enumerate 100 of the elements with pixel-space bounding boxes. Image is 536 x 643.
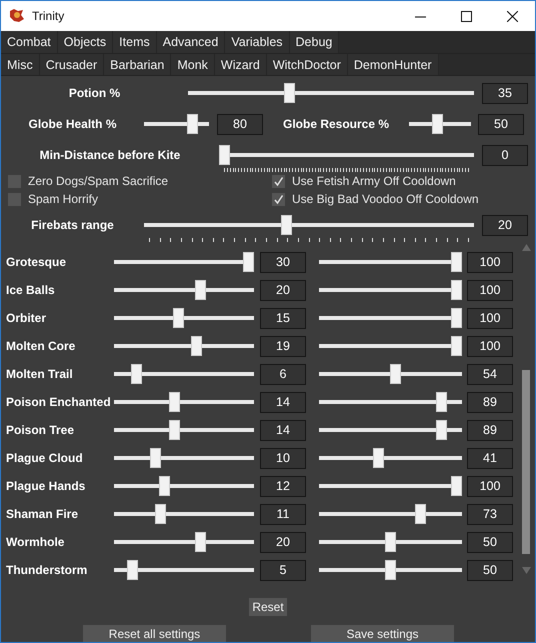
- slider-thumb[interactable]: [451, 252, 462, 272]
- tab[interactable]: Objects: [58, 31, 114, 54]
- value-field[interactable]: 20: [482, 214, 528, 236]
- value-field[interactable]: 14: [260, 420, 306, 440]
- slider[interactable]: [188, 82, 474, 104]
- slider[interactable]: [114, 475, 254, 497]
- slider-thumb[interactable]: [150, 448, 162, 468]
- slider[interactable]: [114, 559, 254, 581]
- slider-thumb[interactable]: [219, 145, 230, 165]
- value-field[interactable]: 80: [217, 114, 263, 134]
- slider-thumb[interactable]: [432, 114, 443, 134]
- slider[interactable]: [114, 307, 254, 329]
- slider-thumb[interactable]: [436, 392, 448, 412]
- checkbox[interactable]: [8, 192, 21, 206]
- tab[interactable]: Monk: [171, 54, 215, 75]
- tab[interactable]: Misc: [1, 54, 40, 75]
- slider-thumb[interactable]: [436, 420, 448, 440]
- value-field[interactable]: 41: [467, 448, 513, 468]
- value-field[interactable]: 89: [467, 420, 513, 440]
- value-field[interactable]: 54: [467, 364, 513, 384]
- slider-thumb[interactable]: [390, 364, 402, 384]
- value-field[interactable]: 100: [467, 336, 513, 356]
- slider-thumb[interactable]: [281, 215, 292, 235]
- tab[interactable]: Barbarian: [104, 54, 172, 75]
- tab[interactable]: WitchDoctor: [266, 54, 348, 75]
- tab[interactable]: Advanced: [156, 31, 226, 54]
- slider[interactable]: [319, 279, 462, 301]
- value-field[interactable]: 100: [467, 308, 513, 328]
- value-field[interactable]: 100: [467, 252, 513, 272]
- tab[interactable]: Variables: [225, 31, 290, 54]
- slider[interactable]: [319, 251, 462, 273]
- slider-thumb[interactable]: [195, 532, 206, 552]
- value-field[interactable]: 20: [260, 532, 306, 552]
- slider[interactable]: [319, 363, 462, 385]
- slider-thumb[interactable]: [284, 83, 296, 103]
- slider[interactable]: [409, 113, 471, 135]
- slider-thumb[interactable]: [451, 280, 462, 300]
- slider[interactable]: [319, 335, 462, 357]
- checkbox[interactable]: [272, 192, 285, 206]
- action-button[interactable]: Save settings: [311, 625, 454, 642]
- value-field[interactable]: 14: [260, 392, 306, 412]
- slider-thumb[interactable]: [159, 476, 170, 496]
- slider-thumb[interactable]: [385, 560, 396, 580]
- slider-thumb[interactable]: [451, 476, 462, 496]
- slider-thumb[interactable]: [243, 252, 254, 272]
- reset-button[interactable]: Reset: [249, 598, 287, 616]
- slider[interactable]: [319, 307, 462, 329]
- value-field[interactable]: 100: [467, 476, 513, 496]
- slider[interactable]: [114, 279, 254, 301]
- checkbox[interactable]: [272, 174, 285, 188]
- value-field[interactable]: 73: [467, 504, 513, 524]
- value-field[interactable]: 50: [467, 532, 513, 552]
- slider-thumb[interactable]: [195, 280, 206, 300]
- tab[interactable]: DemonHunter: [348, 54, 439, 75]
- slider-thumb[interactable]: [169, 392, 180, 412]
- slider-thumb[interactable]: [155, 504, 166, 524]
- slider-thumb[interactable]: [385, 532, 396, 552]
- slider[interactable]: [319, 559, 462, 581]
- slider[interactable]: [319, 475, 462, 497]
- checkbox[interactable]: [8, 174, 21, 188]
- slider[interactable]: [319, 391, 462, 413]
- slider[interactable]: [114, 503, 254, 525]
- slider[interactable]: [319, 503, 462, 525]
- action-button[interactable]: Reset all settings: [83, 625, 226, 642]
- slider-thumb[interactable]: [451, 336, 462, 356]
- slider-thumb[interactable]: [415, 504, 426, 524]
- slider-thumb[interactable]: [187, 114, 198, 134]
- slider-thumb[interactable]: [373, 448, 384, 468]
- value-field[interactable]: 10: [260, 448, 306, 468]
- value-field[interactable]: 100: [467, 280, 513, 300]
- slider[interactable]: [144, 113, 209, 135]
- value-field[interactable]: 35: [482, 82, 528, 104]
- value-field[interactable]: 6: [260, 364, 306, 384]
- value-field[interactable]: 15: [260, 308, 306, 328]
- value-field[interactable]: 19: [260, 336, 306, 356]
- slider[interactable]: [319, 447, 462, 469]
- slider-thumb[interactable]: [126, 560, 138, 580]
- value-field[interactable]: 12: [260, 476, 306, 496]
- tab[interactable]: Debug: [290, 31, 340, 54]
- tab[interactable]: Items: [113, 31, 157, 54]
- slider[interactable]: [319, 419, 462, 441]
- slider-thumb[interactable]: [173, 308, 184, 328]
- tab[interactable]: Wizard: [214, 54, 267, 75]
- slider[interactable]: [114, 419, 254, 441]
- value-field[interactable]: 50: [478, 114, 524, 134]
- tab[interactable]: Crusader: [40, 54, 104, 75]
- slider[interactable]: [114, 335, 254, 357]
- slider-thumb[interactable]: [191, 336, 202, 356]
- value-field[interactable]: 30: [260, 252, 306, 272]
- slider[interactable]: [319, 531, 462, 553]
- slider-thumb[interactable]: [451, 308, 462, 328]
- slider-thumb[interactable]: [169, 420, 180, 440]
- tab[interactable]: Combat: [1, 31, 58, 54]
- value-field[interactable]: 5: [260, 560, 306, 580]
- value-field[interactable]: 20: [260, 280, 306, 300]
- value-field[interactable]: 11: [260, 504, 306, 524]
- value-field[interactable]: 0: [482, 144, 528, 166]
- value-field[interactable]: 89: [467, 392, 513, 412]
- slider[interactable]: [114, 447, 254, 469]
- slider-thumb[interactable]: [130, 364, 142, 384]
